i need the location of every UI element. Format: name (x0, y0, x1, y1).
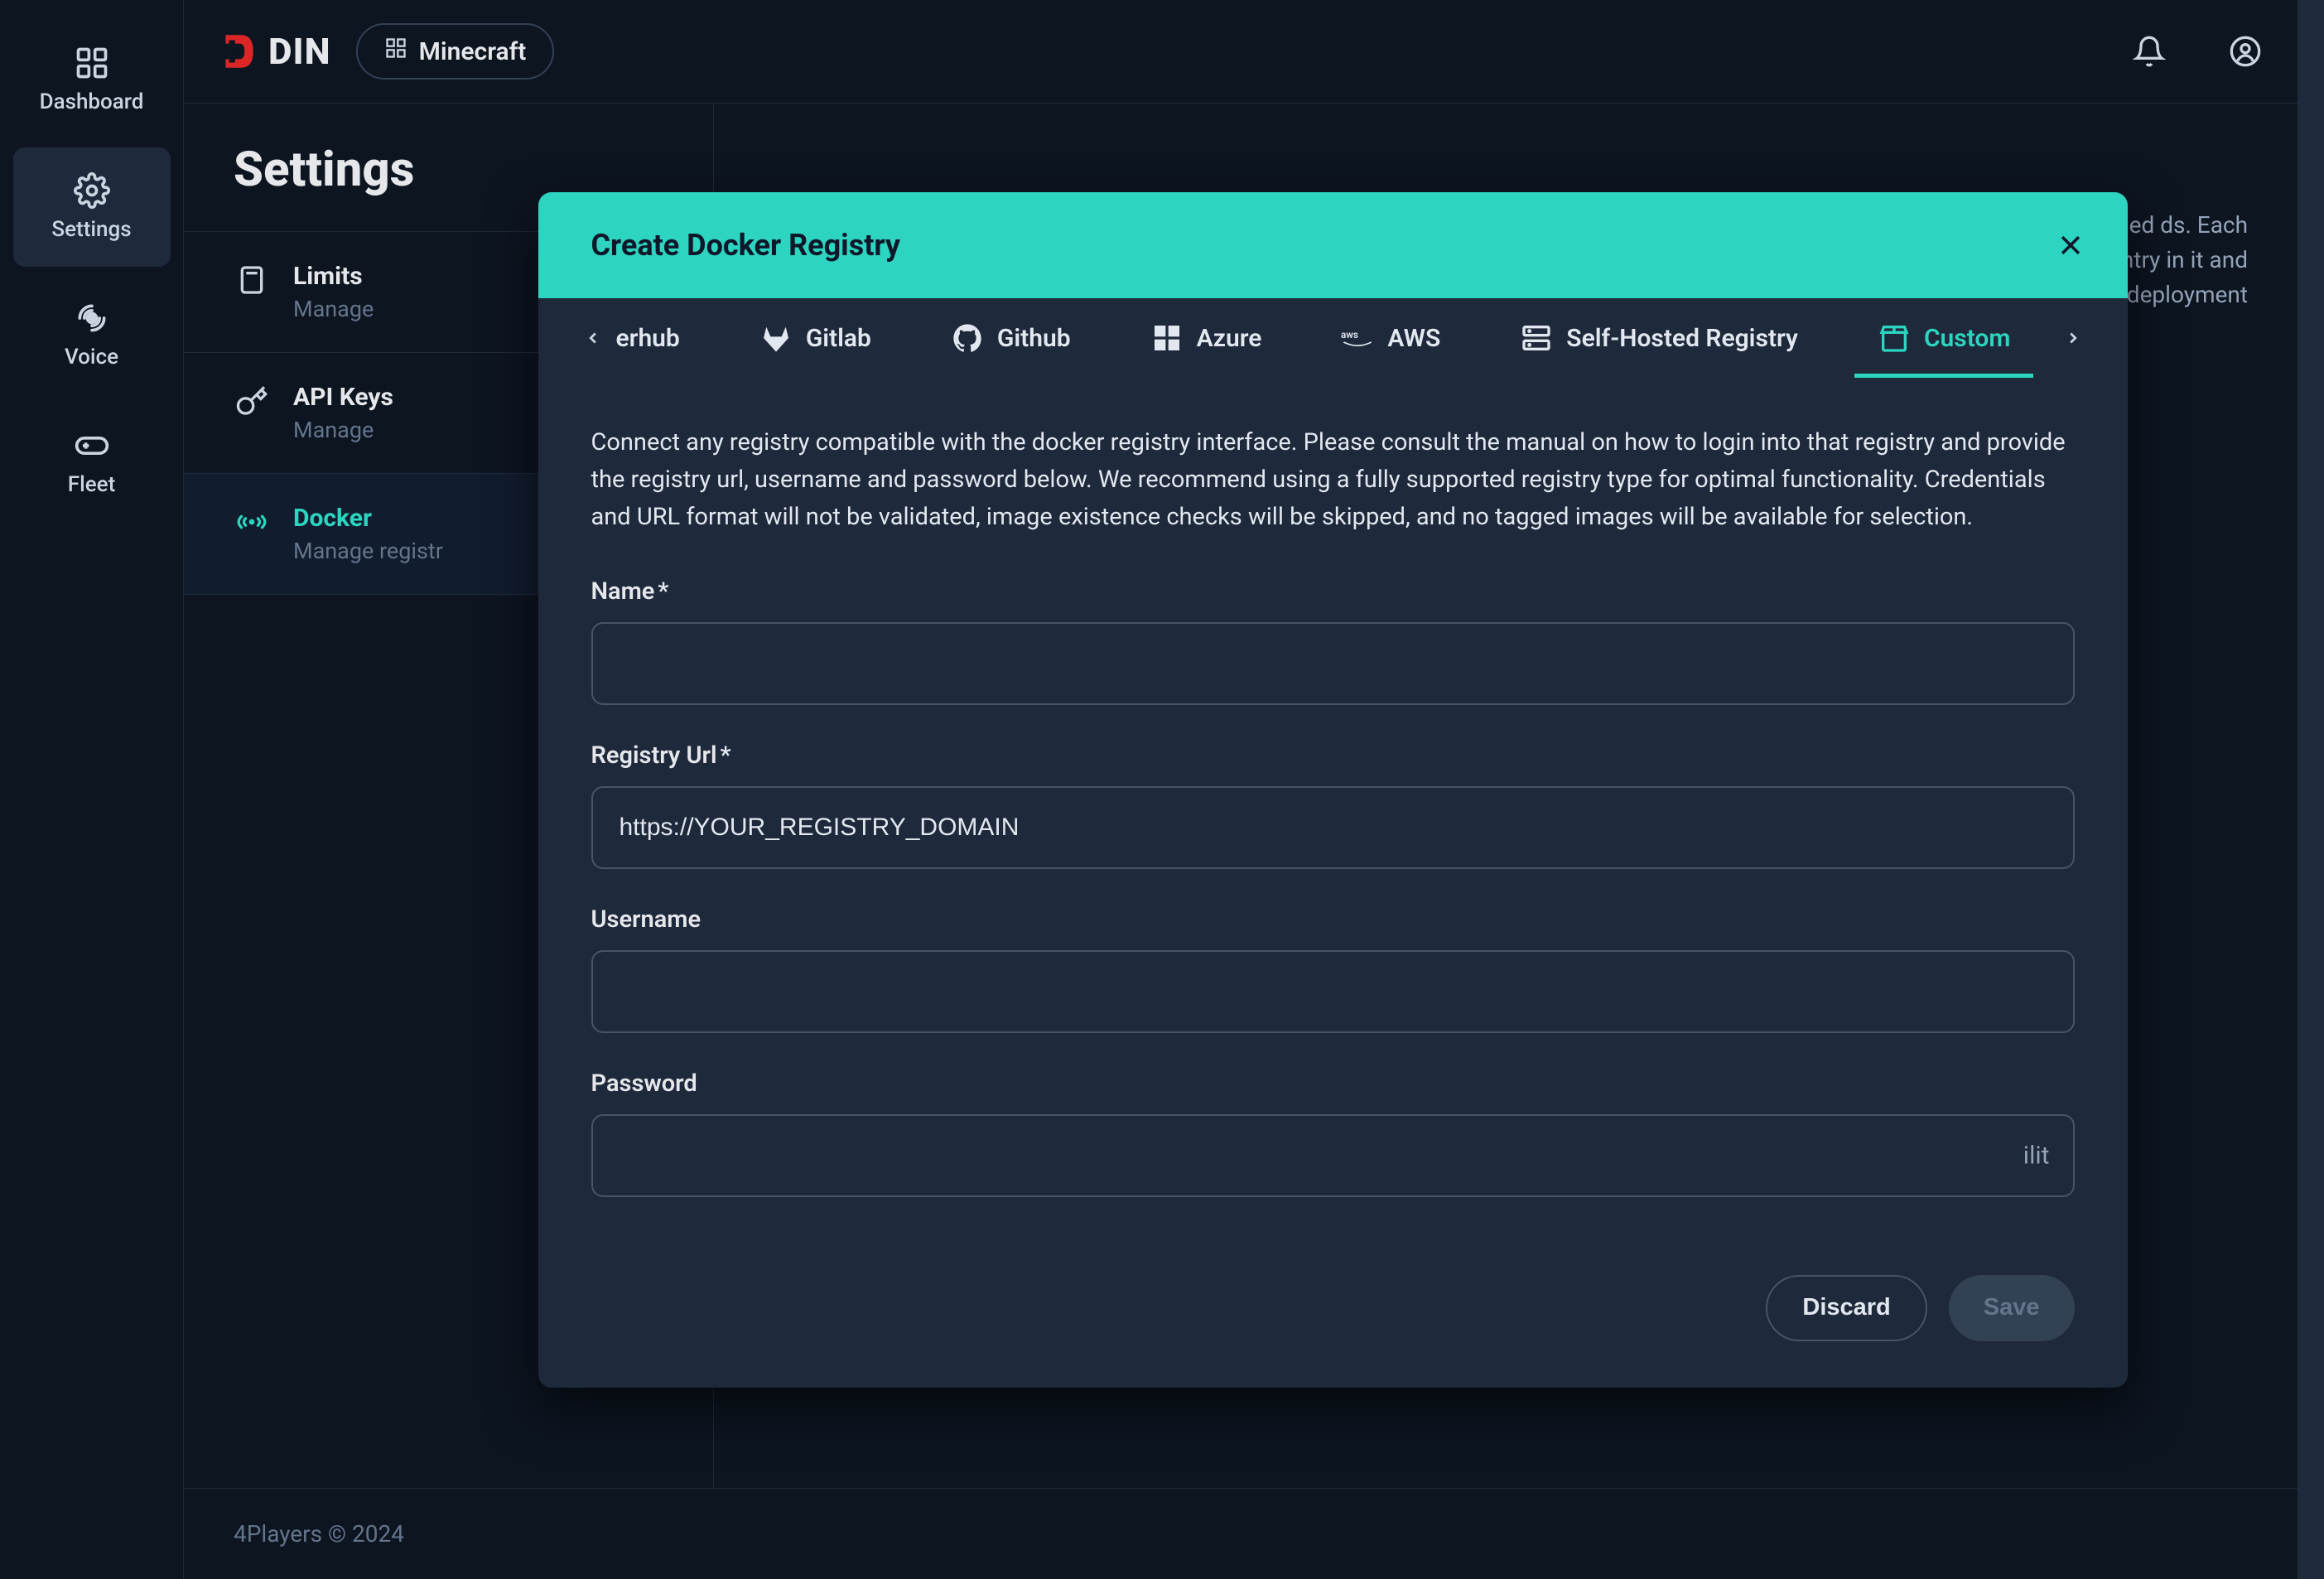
create-registry-modal: Create Docker Registry erhub Gitlab (538, 192, 2128, 1388)
tab-label: Custom (1924, 324, 2011, 353)
tab-label: AWS (1387, 324, 1440, 353)
tab-dockerhub[interactable]: erhub (606, 298, 720, 378)
field-password: Password ilit (591, 1070, 2075, 1197)
tab-label: Gitlab (806, 324, 871, 353)
tab-gitlab[interactable]: Gitlab (720, 298, 911, 378)
modal-title: Create Docker Registry (591, 228, 901, 263)
aws-icon: aws (1341, 321, 1374, 355)
context-chip[interactable]: Minecraft (356, 23, 555, 80)
gear-icon (74, 172, 110, 209)
setting-desc: Manage (293, 417, 393, 443)
tab-label: Github (997, 324, 1071, 353)
field-label-text: Username (591, 905, 702, 934)
tabs-row: erhub Gitlab Github (538, 298, 2128, 378)
main: DIN Minecraft Settings Limits (184, 0, 2297, 1579)
tab-custom[interactable]: Custom (1838, 298, 2051, 378)
sidebar-item-label: Fleet (68, 472, 115, 497)
tabs-scroll-right[interactable] (2060, 325, 2086, 351)
setting-name: Docker (293, 504, 443, 533)
gamepad-icon (74, 427, 110, 464)
setting-desc: Manage registr (293, 538, 443, 564)
azure-icon (1150, 321, 1184, 355)
setting-name: Limits (293, 262, 374, 291)
tab-label: Azure (1197, 324, 1262, 353)
tab-aws[interactable]: aws AWS (1301, 298, 1480, 378)
modal-description: Connect any registry compatible with the… (591, 424, 2075, 536)
broadcast-icon (234, 504, 270, 540)
sidebar-item-settings[interactable]: Settings (13, 147, 171, 267)
discard-button[interactable]: Discard (1766, 1275, 1926, 1341)
sidebar: Dashboard Settings Voice Fleet (0, 0, 184, 1579)
tab-azure[interactable]: Azure (1111, 298, 1302, 378)
footer: 4Players © 2024 (184, 1488, 2297, 1579)
package-icon (1878, 321, 1911, 355)
setting-name: API Keys (293, 383, 393, 412)
notifications-button[interactable] (2130, 32, 2168, 70)
github-icon (951, 321, 984, 355)
sidebar-item-voice[interactable]: Voice (13, 275, 171, 394)
field-label-text: Password (591, 1070, 697, 1098)
sidebar-item-label: Voice (65, 345, 118, 369)
key-icon (234, 383, 270, 419)
field-name: Name* (591, 577, 2075, 705)
sidebar-item-label: Dashboard (40, 89, 144, 114)
svg-text:aws: aws (1341, 329, 1358, 340)
modal-body: Connect any registry compatible with the… (538, 378, 2128, 1258)
modal-footer: Discard Save (538, 1258, 2128, 1388)
grid-icon (384, 36, 407, 66)
tab-label: erhub (616, 324, 680, 353)
copyright: 4Players © 2024 (234, 1520, 404, 1548)
server-icon (1520, 321, 1553, 355)
sidebar-item-label: Settings (51, 217, 131, 242)
username-input[interactable] (591, 950, 2075, 1033)
profile-button[interactable] (2226, 32, 2264, 70)
modal-header: Create Docker Registry (538, 192, 2128, 298)
password-input[interactable] (591, 1114, 2075, 1197)
field-label-text: Name (591, 577, 655, 606)
tab-label: Self-Hosted Registry (1566, 324, 1798, 353)
scrollbar[interactable] (2297, 0, 2324, 1579)
tab-github[interactable]: Github (911, 298, 1111, 378)
setting-desc: Manage (293, 296, 374, 322)
logo-text: DIN (268, 30, 331, 73)
close-button[interactable] (2053, 228, 2088, 263)
gitlab-icon (759, 321, 793, 355)
topbar: DIN Minecraft (184, 0, 2297, 104)
logo[interactable]: DIN (217, 30, 331, 73)
calculator-icon (234, 262, 270, 298)
sidebar-item-dashboard[interactable]: Dashboard (13, 20, 171, 139)
registry-url-input[interactable] (591, 786, 2075, 869)
dashboard-icon (74, 45, 110, 81)
voice-icon (74, 300, 110, 336)
field-registry-url: Registry Url* (591, 741, 2075, 869)
context-label: Minecraft (419, 37, 527, 66)
field-label-text: Registry Url (591, 741, 717, 770)
name-input[interactable] (591, 622, 2075, 705)
tab-selfhosted[interactable]: Self-Hosted Registry (1480, 298, 1838, 378)
field-username: Username (591, 905, 2075, 1033)
logo-icon (217, 30, 260, 73)
sidebar-item-fleet[interactable]: Fleet (13, 403, 171, 522)
password-suffix: ilit (2023, 1141, 2050, 1170)
tabs-scroll-left[interactable] (580, 325, 606, 351)
save-button[interactable]: Save (1949, 1275, 2075, 1341)
